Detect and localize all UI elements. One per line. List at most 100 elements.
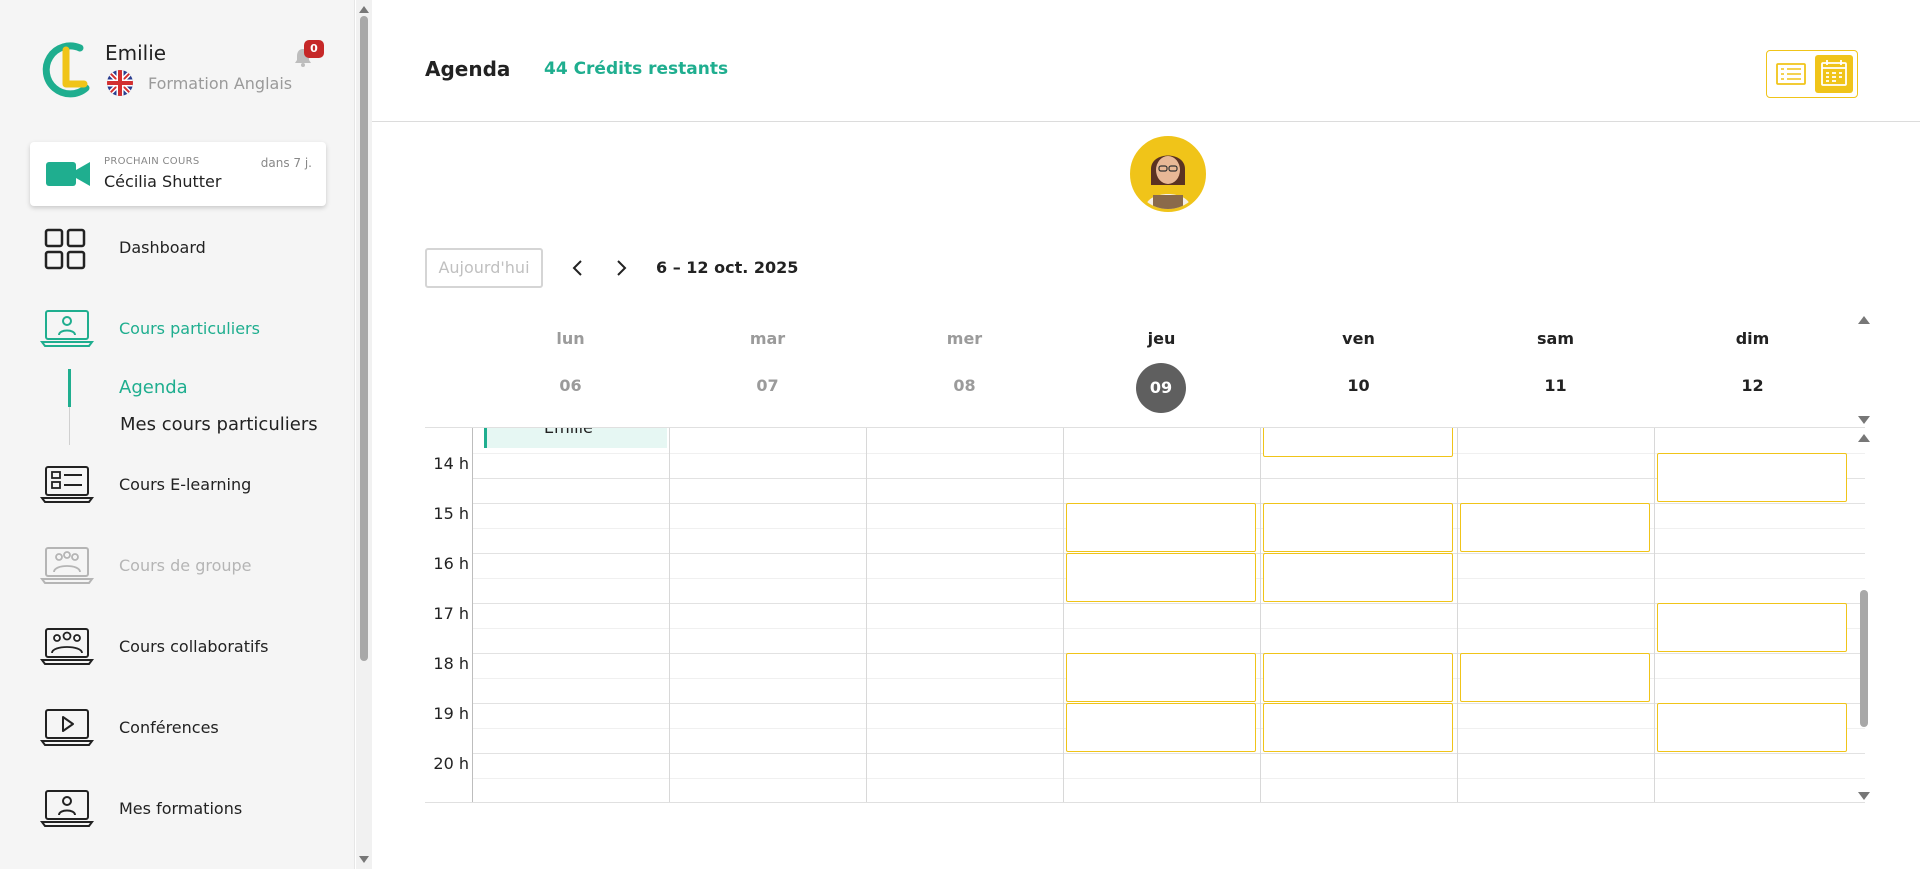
day-header: mar 07 [669,314,866,428]
nav-conferences-label: Conférences [119,718,219,737]
available-slot[interactable] [1460,503,1650,552]
calendar-view-icon[interactable] [1815,55,1853,93]
sub-nav-agenda[interactable]: Agenda [119,377,188,398]
available-slot[interactable] [1263,703,1453,752]
view-toggle [1766,50,1858,98]
day-date: 12 [1741,376,1764,395]
day-date: 10 [1347,376,1370,395]
day-header: sam 11 [1457,314,1654,428]
booked-course-title: Emilie [544,428,593,437]
day-header: dim 12 [1654,314,1851,428]
scroll-down-arrow[interactable] [1858,792,1870,800]
nav-collaboratifs[interactable]: Cours collaboratifs [40,621,340,677]
day-name: mer [946,329,983,348]
date-range: 6 – 12 oct. 2025 [656,258,799,277]
sidebar: Emilie Formation Anglais 0 PROCHAIN COUR… [0,0,355,869]
day-header: mer 08 [866,314,1063,428]
main-content: Agenda 44 Crédits restants Aujourd'hui 6… [372,0,1920,869]
scrollbar-thumb[interactable] [1860,590,1868,727]
grid-column-line [1260,428,1261,802]
active-indicator [68,369,71,407]
available-slot[interactable] [1657,603,1847,652]
scroll-down-arrow[interactable] [1858,416,1870,424]
sub-nav: Agenda Mes cours particuliers [68,367,348,445]
calendar-grid[interactable]: 14 h 15 h 16 h 17 h 18 h 19 h 20 h Emili… [425,428,1865,803]
day-date: 06 [559,376,582,395]
nav-formations-label: Mes formations [119,799,243,818]
laptop-group-icon [40,547,94,584]
sub-nav-mes-cours[interactable]: Mes cours particuliers [120,414,318,435]
scroll-up-arrow[interactable] [1858,434,1870,442]
available-slot[interactable] [1066,703,1256,752]
uk-flag-icon [107,70,133,96]
notification-badge[interactable]: 0 [304,40,324,58]
nav-cours-particuliers-label: Cours particuliers [119,319,260,338]
laptop-list-icon [40,466,94,503]
chevron-left-icon[interactable] [566,256,590,280]
available-slot[interactable] [1657,453,1847,502]
day-name: jeu [1147,329,1176,348]
grid-column-line [472,428,473,802]
available-slot[interactable] [1460,653,1650,702]
laptop-user-icon [40,790,94,827]
booked-course[interactable]: Emilie [484,428,667,448]
nav-groupe[interactable]: Cours de groupe [40,540,340,596]
time-label: 14 h [433,454,469,473]
day-date: 08 [953,376,976,395]
nav-dashboard[interactable]: Dashboard [40,222,340,278]
nav-conferences[interactable]: Conférences [40,702,340,758]
time-label: 17 h [433,604,469,623]
day-header: lun 06 [472,314,669,428]
time-label: 16 h [433,554,469,573]
laptop-play-icon [40,709,94,746]
available-slot[interactable] [1263,503,1453,552]
scroll-up-arrow[interactable] [1858,316,1870,324]
day-header-today: jeu 09 [1063,314,1260,428]
top-bar: Agenda 44 Crédits restants [372,0,1920,122]
header-scrollbar[interactable] [1858,316,1870,424]
grid-line [472,778,1865,779]
day-name: ven [1342,329,1375,348]
available-slot[interactable] [1066,503,1256,552]
list-view-icon[interactable] [1773,57,1809,91]
dashboard-icon [44,228,86,270]
today-button[interactable]: Aujourd'hui [425,248,543,288]
video-camera-icon [46,162,90,186]
nav-cours-particuliers[interactable]: Cours particuliers [40,303,340,359]
available-slot[interactable] [1657,703,1847,752]
available-slot[interactable] [1263,553,1453,602]
user-name: Emilie [105,41,167,65]
chevron-right-icon[interactable] [609,256,633,280]
nav-formations[interactable]: Mes formations [40,783,340,839]
next-course-when: dans 7 j. [260,156,312,170]
day-date: 11 [1544,376,1567,395]
scrollbar-thumb[interactable] [360,16,368,661]
time-label: 15 h [433,504,469,523]
calendar-scrollbar[interactable] [1858,434,1870,800]
calendar-header: lun 06 mar 07 mer 08 jeu 09 ven 10 sam 1… [425,314,1865,428]
next-course-card[interactable]: PROCHAIN COURS Cécilia Shutter dans 7 j. [30,142,326,206]
available-slot[interactable] [1263,653,1453,702]
formation-label: Formation Anglais [148,74,293,93]
day-header: ven 10 [1260,314,1457,428]
grid-column-line [1063,428,1064,802]
sub-nav-divider [69,407,70,445]
credits-remaining: 44 Crédits restants [544,59,729,79]
sidebar-scrollbar[interactable] [356,0,372,869]
scroll-down-arrow[interactable] [359,856,369,863]
grid-column-line [866,428,867,802]
teacher-avatar[interactable] [1130,136,1206,212]
available-slot[interactable] [1263,428,1453,457]
available-slot[interactable] [1066,553,1256,602]
available-slot[interactable] [1066,653,1256,702]
day-date: 07 [756,376,779,395]
day-name: dim [1735,329,1770,348]
grid-column-line [1654,428,1655,802]
nav-elearning[interactable]: Cours E-learning [40,459,340,515]
time-label: 18 h [433,654,469,673]
laptop-team-icon [40,628,94,665]
scroll-up-arrow[interactable] [359,6,369,13]
time-label: 19 h [433,704,469,723]
laptop-user-icon [40,310,94,347]
nav-dashboard-label: Dashboard [119,238,206,257]
